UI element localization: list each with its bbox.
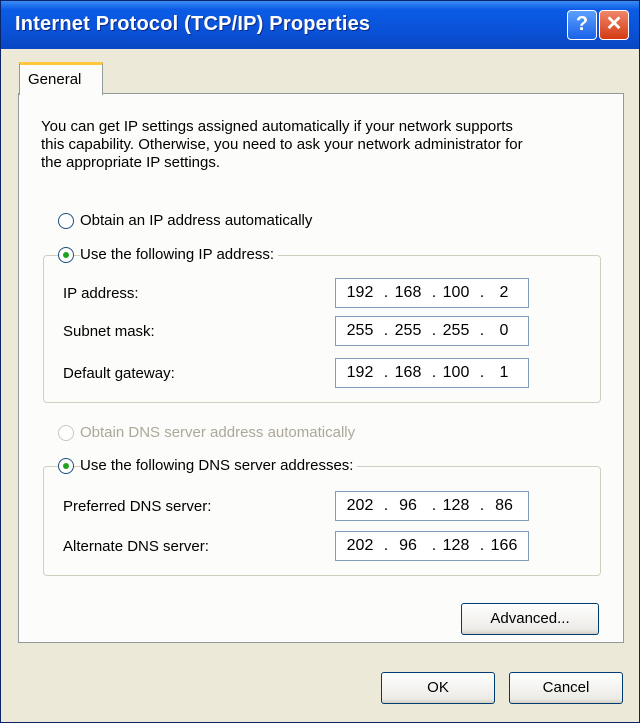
alternate-dns-octet: 202 xyxy=(346,537,374,554)
subnet-mask-label: Subnet mask: xyxy=(63,323,155,340)
octet-separator: . xyxy=(431,284,437,301)
cancel-button[interactable]: Cancel xyxy=(509,672,623,704)
tcpip-properties-dialog: Internet Protocol (TCP/IP) Properties ? … xyxy=(0,0,640,723)
octet-separator: . xyxy=(383,537,389,554)
subnet-mask-octet: 255 xyxy=(346,322,374,339)
preferred-dns-octet: 86 xyxy=(495,497,513,514)
preferred-dns-octet: 128 xyxy=(442,497,470,514)
description-line: this capability. Otherwise, you need to … xyxy=(41,136,523,153)
title-bar[interactable]: Internet Protocol (TCP/IP) Properties ? … xyxy=(1,1,639,49)
octet-separator: . xyxy=(479,322,485,339)
ip-address-octet: 168 xyxy=(394,284,422,301)
subnet-mask-octet: 255 xyxy=(394,322,422,339)
description-line: You can get IP settings assigned automat… xyxy=(41,118,513,135)
preferred-dns-input[interactable]: 202 . 96 . 128 . 86 xyxy=(335,491,529,521)
advanced-button[interactable]: Advanced... xyxy=(461,603,599,635)
octet-separator: . xyxy=(479,364,485,381)
preferred-dns-octet: 96 xyxy=(399,497,417,514)
help-button[interactable]: ? xyxy=(567,10,597,40)
default-gateway-octet: 100 xyxy=(442,364,470,381)
description-text: You can get IP settings assigned automat… xyxy=(41,118,601,172)
close-button[interactable]: ✕ xyxy=(599,10,629,40)
default-gateway-octet: 1 xyxy=(499,364,509,381)
ip-address-octet: 100 xyxy=(442,284,470,301)
subnet-mask-octet: 255 xyxy=(442,322,470,339)
alternate-dns-octet: 166 xyxy=(490,537,518,554)
obtain-ip-auto-label[interactable]: Obtain an IP address automatically xyxy=(80,212,317,229)
ip-address-octet: 2 xyxy=(499,284,509,301)
default-gateway-label: Default gateway: xyxy=(63,365,175,382)
subnet-mask-input[interactable]: 255 . 255 . 255 . 0 xyxy=(335,316,529,346)
alternate-dns-octet: 96 xyxy=(399,537,417,554)
octet-separator: . xyxy=(431,364,437,381)
octet-separator: . xyxy=(383,364,389,381)
obtain-ip-auto-radio[interactable] xyxy=(58,213,74,229)
help-icon: ? xyxy=(575,13,589,35)
use-following-ip-label[interactable]: Use the following IP address: xyxy=(80,246,278,263)
default-gateway-octet: 168 xyxy=(394,364,422,381)
default-gateway-octet: 192 xyxy=(346,364,374,381)
close-icon: ✕ xyxy=(605,13,623,35)
octet-separator: . xyxy=(479,497,485,514)
octet-separator: . xyxy=(479,284,485,301)
window-title: Internet Protocol (TCP/IP) Properties xyxy=(15,13,371,35)
alternate-dns-label: Alternate DNS server: xyxy=(63,538,209,555)
octet-separator: . xyxy=(431,497,437,514)
subnet-mask-octet: 0 xyxy=(499,322,509,339)
default-gateway-input[interactable]: 192 . 168 . 100 . 1 xyxy=(335,358,529,388)
use-following-dns-radio[interactable] xyxy=(58,458,74,474)
octet-separator: . xyxy=(479,537,485,554)
ip-address-label: IP address: xyxy=(63,285,139,302)
preferred-dns-octet: 202 xyxy=(346,497,374,514)
use-following-dns-label[interactable]: Use the following DNS server addresses: xyxy=(80,457,358,474)
obtain-dns-auto-radio xyxy=(58,425,74,441)
ip-address-octet: 192 xyxy=(346,284,374,301)
octet-separator: . xyxy=(431,322,437,339)
alternate-dns-input[interactable]: 202 . 96 . 128 . 166 xyxy=(335,531,529,561)
ok-button[interactable]: OK xyxy=(381,672,495,704)
tab-general-label: General xyxy=(28,71,82,88)
use-following-ip-radio[interactable] xyxy=(58,247,74,263)
obtain-dns-auto-label: Obtain DNS server address automatically xyxy=(80,424,360,441)
preferred-dns-label: Preferred DNS server: xyxy=(63,498,212,515)
tab-general[interactable]: General xyxy=(19,62,103,95)
octet-separator: . xyxy=(383,284,389,301)
ip-address-input[interactable]: 192 . 168 . 100 . 2 xyxy=(335,278,529,308)
alternate-dns-octet: 128 xyxy=(442,537,470,554)
description-line: the appropriate IP settings. xyxy=(41,154,221,171)
octet-separator: . xyxy=(431,537,437,554)
octet-separator: . xyxy=(383,322,389,339)
octet-separator: . xyxy=(383,497,389,514)
